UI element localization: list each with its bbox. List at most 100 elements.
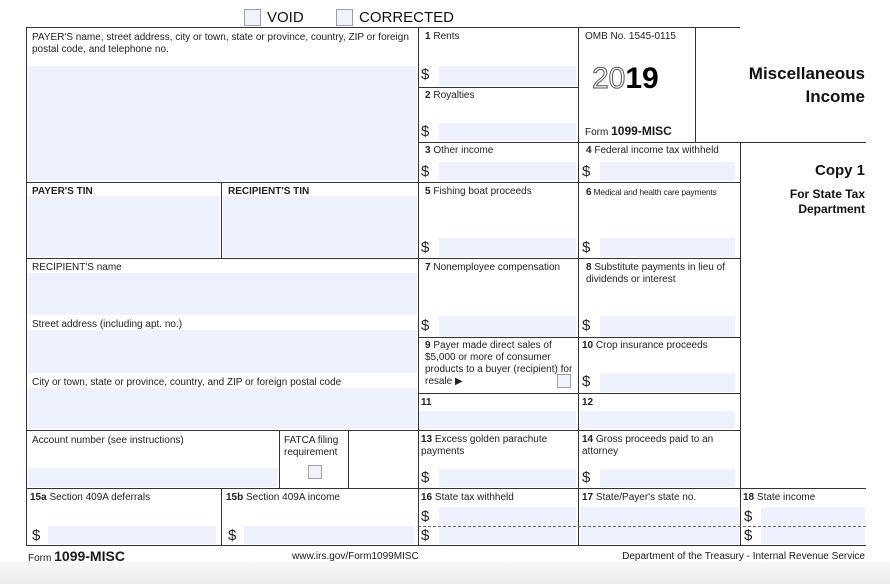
form-border-left: [26, 27, 27, 546]
void-checkbox[interactable]: [244, 9, 261, 26]
box8-input[interactable]: [600, 316, 735, 337]
box13-dollar: $: [421, 469, 430, 486]
row-line-tin: [26, 182, 418, 183]
row-line-15: [26, 488, 418, 489]
omb-right-border: [695, 27, 696, 142]
form-title: Miscellaneous Income: [749, 62, 865, 108]
recipient-name-label: RECIPIENT'S name: [32, 262, 122, 273]
box13-input[interactable]: [439, 469, 576, 487]
box14-label: 14 Gross proceeds paid to an attorney: [582, 434, 714, 457]
box12-label: 12: [582, 397, 594, 408]
box2-dollar: $: [421, 123, 430, 140]
box11-label: 11: [421, 397, 432, 408]
box17-label: 17 State/Payer's state no.: [582, 492, 697, 503]
box9-checkbox[interactable]: [557, 374, 571, 388]
fatca-checkbox[interactable]: [308, 465, 322, 479]
box15b-dollar: $: [228, 527, 237, 544]
box16-dollar-2: $: [421, 527, 430, 544]
row-line-box3: [418, 142, 866, 143]
copy-label: Copy 1: [814, 162, 865, 179]
box18-dollar-2: $: [744, 527, 753, 544]
page-bottom-shadow: [0, 562, 890, 584]
payer-tin-label: PAYER'S TIN: [32, 186, 93, 197]
box3-input[interactable]: [439, 162, 576, 181]
city-input[interactable]: [28, 388, 417, 429]
omb-number: OMB No. 1545-0115: [585, 31, 676, 42]
recipient-tin-input[interactable]: [223, 196, 417, 257]
box2-input[interactable]: [439, 123, 576, 141]
box1-input[interactable]: [439, 66, 576, 86]
box18-label: 18 State income: [743, 492, 816, 503]
row-line-box5: [418, 182, 740, 183]
col-divider-3: [740, 142, 741, 546]
box16-label: 16 State tax withheld: [421, 492, 514, 503]
box10-label: 10 Crop insurance proceeds: [582, 340, 708, 351]
form-border-top: [26, 27, 740, 28]
col-divider-1: [418, 27, 419, 546]
box15a-input[interactable]: [48, 526, 216, 544]
city-label: City or town, state or province, country…: [32, 377, 342, 388]
box16-dollar-1: $: [421, 508, 430, 525]
box7-label: 7 Nonemployee compensation: [425, 262, 561, 273]
box18-dollar-1: $: [744, 508, 753, 525]
recipient-name-input[interactable]: [28, 273, 417, 315]
row-line-box9: [418, 337, 740, 338]
col-divider-2: [578, 27, 579, 546]
box15b-label: 15b Section 409A income: [226, 492, 340, 503]
form-title-line2: Income: [805, 87, 865, 106]
box9-label: 9 Payer made direct sales of $5,000 or m…: [425, 340, 573, 387]
box4-dollar: $: [582, 163, 591, 180]
tax-year: 2019: [591, 62, 659, 96]
box3-dollar: $: [421, 163, 430, 180]
box7-input[interactable]: [439, 316, 576, 337]
row-line-account: [26, 430, 418, 431]
box11-input[interactable]: [419, 411, 576, 429]
box7-dollar: $: [421, 317, 430, 334]
row-line-box2: [418, 87, 578, 88]
box5-label: 5 Fishing boat proceeds: [425, 186, 532, 197]
street-address-input[interactable]: [28, 330, 417, 373]
box2-label: 2 Royalties: [425, 90, 475, 101]
box10-input[interactable]: [600, 373, 735, 392]
void-label: VOID: [267, 9, 304, 26]
corrected-checkbox[interactable]: [336, 9, 353, 26]
account-number-label: Account number (see instructions): [32, 435, 184, 446]
street-address-label: Street address (including apt. no.): [32, 319, 183, 330]
box4-input[interactable]: [600, 162, 735, 181]
box6-input[interactable]: [600, 238, 735, 257]
payer-tin-input[interactable]: [28, 196, 220, 257]
box8-dollar: $: [582, 317, 591, 334]
box6-label: 6 Medical and health care payments: [586, 187, 717, 198]
box5-dollar: $: [421, 239, 430, 256]
payer-info-label: PAYER'S name, street address, city or to…: [32, 32, 409, 55]
row-line-box16: [418, 488, 866, 489]
box1-dollar: $: [421, 66, 430, 83]
box8-label: 8 Substitute payments in lieu of dividen…: [586, 262, 725, 285]
box15b-input[interactable]: [244, 526, 414, 544]
row-line-recipient: [26, 258, 418, 259]
fatca-label: FATCA filing requirement: [284, 435, 339, 458]
copy-description: For State Tax Department: [789, 187, 865, 216]
row-line-box13: [418, 430, 740, 431]
account-number-input[interactable]: [28, 468, 278, 487]
box6-dollar: $: [582, 239, 591, 256]
recipient-tin-label: RECIPIENT'S TIN: [228, 186, 310, 197]
box14-dollar: $: [582, 469, 591, 486]
box12-input[interactable]: [580, 411, 735, 429]
fatca-left-border: [279, 430, 280, 488]
box14-input[interactable]: [600, 469, 735, 487]
payer-info-input[interactable]: [28, 66, 417, 181]
row-line-box11: [418, 393, 740, 394]
corrected-label: CORRECTED: [359, 9, 455, 26]
box13-label: 13 Excess golden parachute payments: [421, 434, 548, 457]
box1-label: 1 Rents: [425, 31, 460, 42]
form-title-line1: Miscellaneous: [748, 64, 865, 83]
state-row-divider: [418, 526, 866, 527]
box15-divider: [221, 488, 222, 546]
box15a-label: 15a Section 409A deferrals: [30, 492, 151, 503]
box15a-dollar: $: [32, 527, 41, 544]
row-line-box7: [418, 258, 740, 259]
fatca-right-border: [348, 430, 349, 488]
box10-dollar: $: [582, 373, 591, 390]
box5-input[interactable]: [439, 238, 576, 257]
